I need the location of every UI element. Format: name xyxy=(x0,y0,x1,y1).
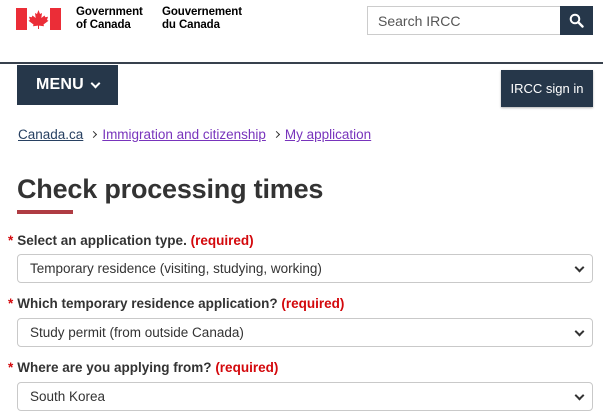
chevron-down-icon xyxy=(90,78,101,88)
temporary-residence-label-text: Which temporary residence application? xyxy=(17,296,278,311)
temporary-residence-label: * Which temporary residence application? … xyxy=(8,296,344,311)
applying-from-select[interactable]: South Korea xyxy=(17,382,593,411)
chevron-down-icon xyxy=(574,262,585,273)
chevron-right-icon xyxy=(90,130,98,139)
signature-en-line-1: Government xyxy=(76,6,143,18)
application-type-value: Temporary residence (visiting, studying,… xyxy=(30,261,322,276)
required-asterisk: * xyxy=(8,233,14,248)
temporary-residence-value: Study permit (from outside Canada) xyxy=(30,325,244,340)
ircc-sign-in-button[interactable]: IRCC sign in xyxy=(501,70,593,107)
required-indicator: (required) xyxy=(190,233,254,248)
canada-flag-icon[interactable] xyxy=(16,8,61,30)
temporary-residence-select[interactable]: Study permit (from outside Canada) xyxy=(17,318,593,347)
signature-fr-line-1: Gouvernement xyxy=(162,6,242,18)
header-divider xyxy=(0,62,603,64)
search-input[interactable] xyxy=(367,6,560,35)
required-indicator: (required) xyxy=(281,296,345,311)
breadcrumb-link-immigration[interactable]: Immigration and citizenship xyxy=(102,127,266,142)
application-type-select[interactable]: Temporary residence (visiting, studying,… xyxy=(17,254,593,283)
chevron-down-icon xyxy=(574,326,585,337)
applying-from-value: South Korea xyxy=(30,389,106,404)
breadcrumb: Canada.ca Immigration and citizenship My… xyxy=(18,127,371,142)
chevron-down-icon xyxy=(574,390,585,401)
breadcrumb-link-canada[interactable]: Canada.ca xyxy=(18,127,83,142)
search-button[interactable] xyxy=(560,6,593,35)
applying-from-label-text: Where are you applying from? xyxy=(17,360,212,375)
page-title: Check processing times xyxy=(17,174,324,204)
signature-french[interactable]: Gouvernement du Canada xyxy=(162,6,242,32)
applying-from-label: * Where are you applying from? (required) xyxy=(8,360,278,375)
required-indicator: (required) xyxy=(215,360,279,375)
title-underline xyxy=(17,210,73,214)
signature-english[interactable]: Government of Canada xyxy=(76,6,143,32)
application-type-label-text: Select an application type. xyxy=(17,233,187,248)
chevron-right-icon xyxy=(272,130,280,139)
search-icon xyxy=(569,13,584,28)
menu-button[interactable]: MENU xyxy=(17,65,118,105)
signature-fr-line-2: du Canada xyxy=(162,19,220,31)
site-header: Government of Canada Gouvernement du Can… xyxy=(0,0,603,62)
signature-en-line-2: of Canada xyxy=(76,19,131,31)
menu-label: MENU xyxy=(36,76,84,93)
breadcrumb-link-my-application[interactable]: My application xyxy=(285,127,371,142)
application-type-label: * Select an application type. (required) xyxy=(8,233,254,248)
required-asterisk: * xyxy=(8,296,14,311)
required-asterisk: * xyxy=(8,360,14,375)
